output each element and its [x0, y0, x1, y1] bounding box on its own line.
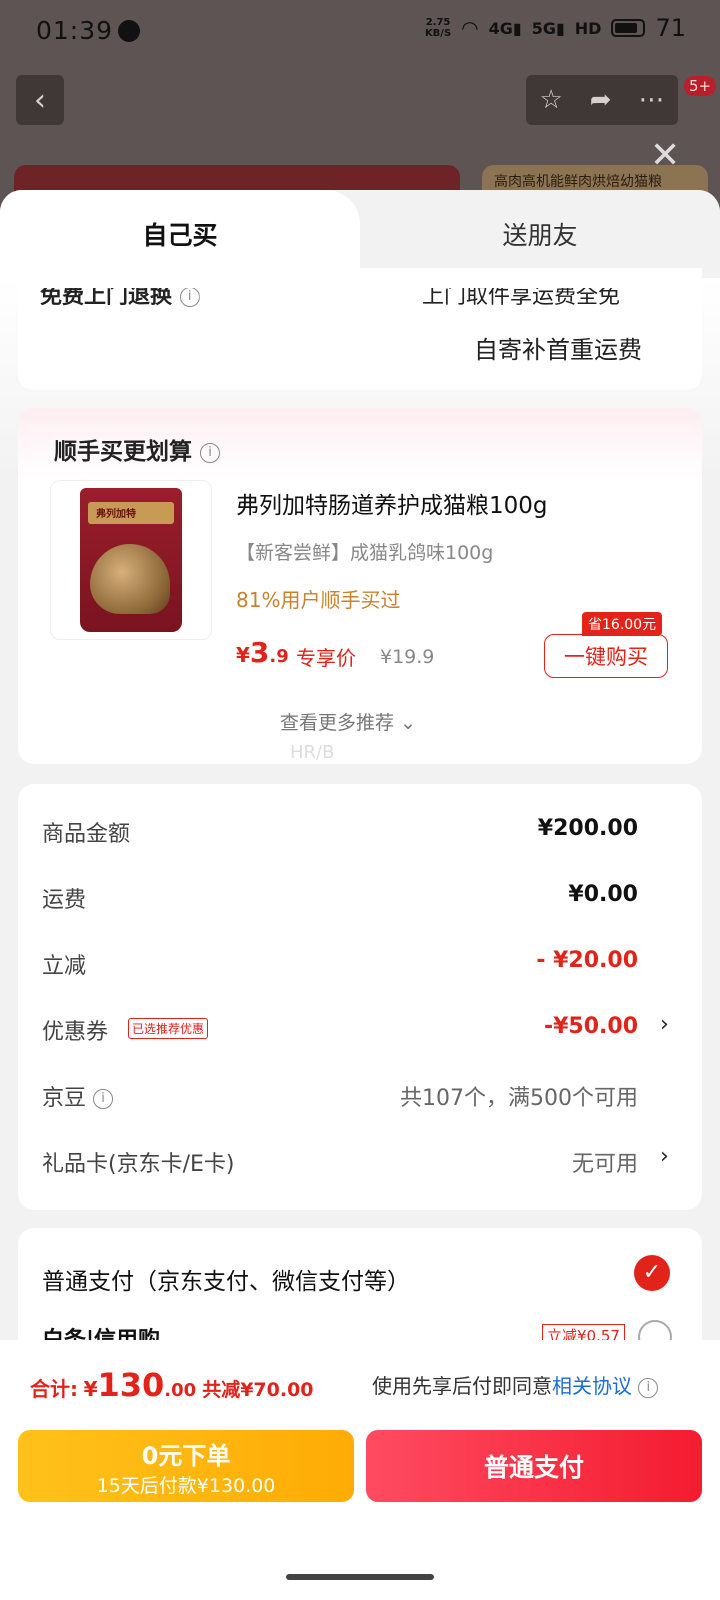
net-4g-label: 4G	[488, 18, 513, 38]
cat-food-bag-image: 弗列加特	[80, 488, 182, 632]
price-tag: 专享价	[296, 646, 356, 670]
info-icon[interactable]: i	[93, 1089, 114, 1109]
original-price: ¥19.9	[380, 646, 435, 668]
share-icon[interactable]: ➦	[590, 85, 612, 115]
info-icon[interactable]: i	[179, 288, 200, 307]
product-ratio: 81%用户顺手买过	[236, 588, 401, 612]
battery-level: 71	[655, 14, 686, 42]
shipping-value: ¥0.00	[568, 882, 638, 907]
zero-order-subtitle: 15天后付款¥130.00	[96, 1475, 276, 1497]
agreement-prefix: 使用先享后付即同意	[372, 1374, 552, 1398]
top-actions: ☆ ➦ ⋯	[526, 75, 678, 125]
normal-pay-option[interactable]: 普通支付（京东支付、微信支付等）	[42, 1262, 410, 1296]
status-bar: 01:39 2.75 KB/S ◠ 4G▮ 5G▮ HD 71	[0, 0, 720, 62]
tab-gift[interactable]: 送朋友	[360, 190, 720, 278]
goods-amount-label: 商品金额	[42, 822, 131, 847]
total-decimal: .00	[164, 1380, 197, 1401]
info-icon[interactable]: i	[200, 442, 221, 463]
agreement-link[interactable]: 相关协议	[552, 1374, 632, 1398]
tab-self-buy[interactable]: 自己买	[0, 190, 360, 278]
chevron-right-icon[interactable]: ›	[660, 1012, 669, 1037]
product-image[interactable]: 弗列加特	[50, 480, 212, 640]
more-recommend-text: 查看更多推荐	[280, 712, 395, 734]
coupon-selected-tag: 已选推荐优惠	[128, 1018, 209, 1039]
checkmark-icon[interactable]: ✓	[634, 1255, 670, 1291]
chevron-left-icon: ‹	[34, 82, 46, 118]
home-indicator[interactable]	[286, 1574, 434, 1580]
net-speed: 2.75 KB/S	[425, 17, 451, 39]
back-button[interactable]: ‹	[16, 75, 64, 125]
total-symbol: ¥	[83, 1377, 98, 1401]
price-symbol: ¥	[236, 643, 250, 667]
info-icon[interactable]: i	[638, 1377, 659, 1398]
message-badge: 5+	[684, 76, 717, 96]
star-icon[interactable]: ☆	[539, 85, 562, 115]
bag-brand: 弗列加特	[96, 509, 136, 520]
net-speed-unit: KB/S	[424, 28, 452, 39]
hd-icon: HD	[574, 18, 602, 38]
clock: 01:39	[36, 16, 114, 45]
instant-cut-label: 立减	[42, 954, 87, 979]
total-label: 合计:	[30, 1377, 78, 1401]
net-speed-value: 2.75	[425, 17, 451, 28]
checkout-sheet: 自己买 送朋友 免费上门退换 i 上门取件享运费全免 自寄补首重运费 顺手买更划…	[0, 190, 720, 1600]
faint-text: HR/B	[290, 742, 335, 763]
total-amount: 合计: ¥130.00 共减¥70.00	[30, 1366, 314, 1404]
price-decimal: .9	[269, 646, 289, 667]
gift-card-value[interactable]: 无可用	[572, 1146, 638, 1178]
wifi-icon: ◠	[461, 16, 479, 40]
jingdou-label: 京豆 i	[42, 1080, 114, 1112]
gift-card-label[interactable]: 礼品卡(京东卡/E卡)	[42, 1146, 234, 1178]
chevron-down-icon: ⌄	[400, 712, 416, 734]
signal-4g-icon: 4G▮	[488, 18, 522, 38]
shipping-label: 运费	[42, 888, 87, 913]
instant-cut-value: - ¥20.00	[536, 948, 638, 973]
return-right-2: 自寄补首重运费	[474, 336, 642, 364]
signal-5g-icon: 5G▮	[531, 18, 565, 38]
recommend-title-text: 顺手买更划算	[54, 439, 192, 465]
product-spec: 【新客尝鲜】成猫乳鸽味100g	[236, 542, 494, 564]
battery-icon	[611, 19, 646, 37]
status-icons: 2.75 KB/S ◠ 4G▮ 5G▮ HD 71	[425, 14, 686, 42]
total-discount: 共减¥70.00	[202, 1379, 314, 1401]
save-badge: 省16.00元	[582, 612, 663, 636]
goods-amount-value: ¥200.00	[537, 816, 638, 841]
normal-pay-button[interactable]: 普通支付	[366, 1430, 702, 1502]
zero-order-title: 0元下单	[141, 1442, 231, 1470]
total-integer: 130	[97, 1366, 165, 1404]
jingdou-label-text: 京豆	[42, 1086, 87, 1111]
coupon-value[interactable]: -¥50.00	[544, 1014, 638, 1039]
product-price: ¥3.9	[236, 636, 289, 669]
agreement-text: 使用先享后付即同意相关协议 i	[372, 1370, 659, 1399]
more-icon[interactable]: ⋯	[638, 85, 664, 115]
price-integer: 3	[249, 636, 270, 669]
one-click-buy-button[interactable]: 一键购买	[544, 634, 668, 678]
chevron-right-icon[interactable]: ›	[660, 1144, 669, 1169]
notification-icon	[118, 20, 140, 42]
net-5g-label: 5G	[531, 18, 556, 38]
product-name[interactable]: 弗列加特肠道养护成猫粮100g	[236, 486, 548, 520]
more-recommend-link[interactable]: 查看更多推荐 ⌄	[280, 708, 416, 735]
screen: 01:39 2.75 KB/S ◠ 4G▮ 5G▮ HD 71 ‹ ☆ ➦ ⋯ 5…	[0, 0, 720, 1600]
coupon-label[interactable]: 优惠券	[42, 1014, 108, 1046]
return-card	[18, 268, 702, 390]
jingdou-value: 共107个，满500个可用	[400, 1086, 638, 1111]
zero-order-button[interactable]: 0元下单 15天后付款¥130.00	[18, 1430, 354, 1502]
recommend-title: 顺手买更划算 i	[54, 432, 221, 466]
